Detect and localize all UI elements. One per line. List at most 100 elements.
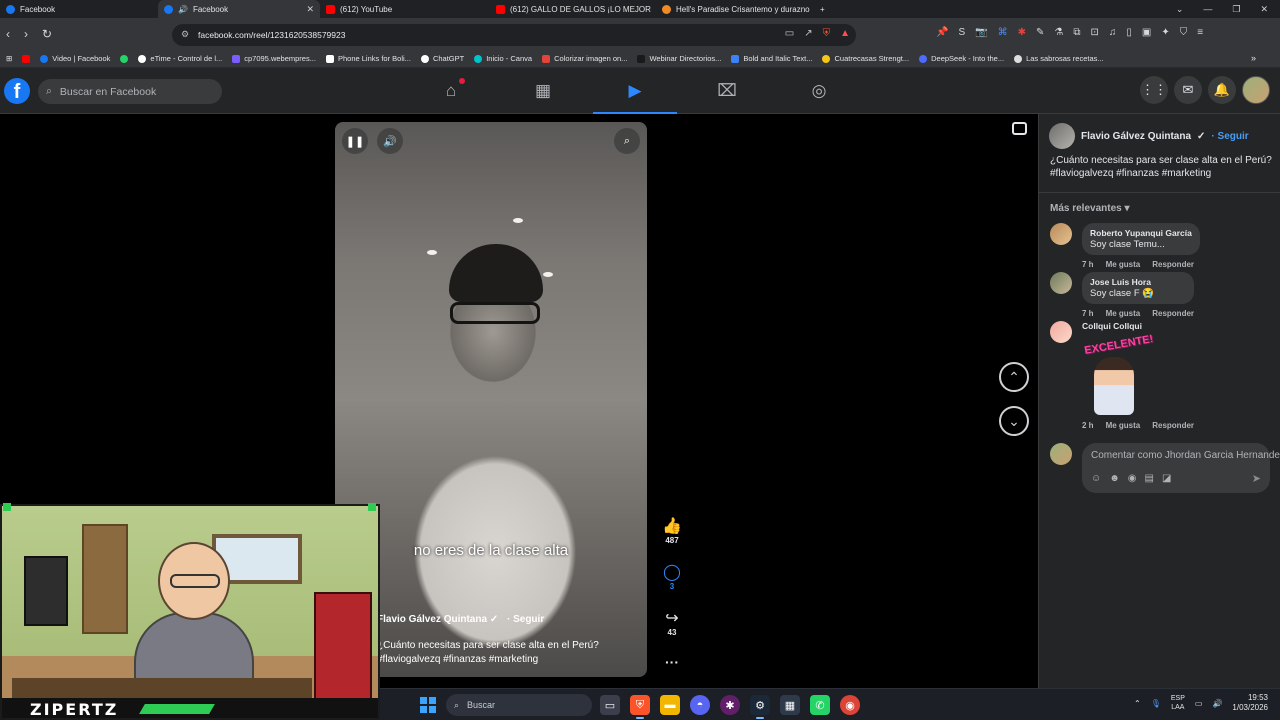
reel-video[interactable]: ❚❚ 🔊 ⌕ no eres de la clase alta Flavio G… (335, 122, 647, 677)
menu-icon[interactable]: ≡ (1197, 27, 1203, 38)
chevron-up-icon[interactable]: ⌃ (1134, 699, 1141, 708)
eyedropper-icon[interactable]: ⚗ (1054, 27, 1063, 38)
commenter-avatar[interactable] (1050, 223, 1072, 245)
facebook-search-input[interactable]: ⌕ Buscar en Facebook (38, 79, 222, 104)
menu-grid-button[interactable]: ⋮⋮ (1140, 76, 1168, 104)
like-button[interactable]: 👍 487 (655, 516, 689, 562)
nav-home[interactable]: ⌂ (405, 68, 497, 114)
network-icon[interactable]: ▭ (1195, 699, 1203, 708)
brave-icon[interactable]: ⛨ (630, 695, 650, 719)
vpn-icon[interactable]: ⛉ (1180, 27, 1188, 38)
bookmark-item[interactable]: Phone Links for Boli... (325, 54, 411, 63)
sidebar-icon[interactable]: ▯ (1126, 27, 1132, 38)
bookmark-item[interactable]: DeepSeek - Into the... (919, 54, 1004, 63)
windows-start-icon[interactable] (420, 697, 436, 713)
bookmark-item[interactable]: Las sabrosas recetas... (1014, 54, 1104, 63)
address-bar[interactable]: ⚙ facebook.com/reel/1231620538579923 ▭ ↗… (172, 24, 856, 46)
shield-icon[interactable]: ⛨ (823, 28, 831, 39)
rewards-icon[interactable]: ▲ (840, 28, 850, 39)
s-extension-icon[interactable]: S (958, 27, 965, 38)
minimize-icon[interactable]: — (1203, 4, 1212, 14)
nav-pages[interactable]: ▦ (497, 68, 589, 114)
bookmark-item[interactable]: Bold and Italic Text... (731, 54, 812, 63)
commenter-name[interactable]: Jose Luis Hora (1090, 277, 1186, 287)
gif-icon[interactable]: ▤ (1144, 473, 1153, 484)
notifications-button[interactable]: 🔔 (1208, 76, 1236, 104)
reply-link[interactable]: Responder (1152, 309, 1194, 318)
steam-icon[interactable]: ⚙ (750, 695, 770, 719)
reload-icon[interactable]: ↻ (42, 27, 52, 41)
chevron-down-icon[interactable]: ⌄ (1176, 4, 1184, 15)
profile-avatar[interactable] (1242, 76, 1270, 104)
bookmark-item[interactable]: Cuatrecasas Strengt... (822, 54, 909, 63)
search-button[interactable]: ⌕ (614, 128, 640, 154)
messenger-button[interactable]: ✉ (1174, 76, 1202, 104)
bookmark-item[interactable]: cp7095.webempres... (232, 54, 316, 63)
sticker-icon[interactable]: ◪ (1162, 473, 1171, 484)
whatsapp-icon[interactable]: ✆ (810, 695, 830, 715)
share-icon[interactable]: ↗ (804, 28, 812, 39)
facebook-logo-icon[interactable]: f (4, 78, 30, 104)
next-reel-button[interactable]: ⌄ (999, 406, 1029, 436)
commenter-name[interactable]: Roberto Yupanqui García (1090, 228, 1192, 238)
taskbar-clock[interactable]: 19:53 1/03/2026 (1232, 693, 1268, 713)
bookmark-item[interactable]: Webinar Directorios... (637, 54, 721, 63)
reply-link[interactable]: Responder (1152, 421, 1194, 430)
tab-facebook[interactable]: Facebook (0, 0, 158, 18)
taskbar-search[interactable]: ⌕ Buscar (446, 694, 592, 716)
commenter-name[interactable]: Collqui Collqui (1082, 321, 1194, 331)
back-icon[interactable]: ‹ (6, 27, 10, 41)
bookmark-youtube[interactable] (22, 54, 31, 63)
comments-button[interactable]: ◯ 3 (655, 562, 689, 608)
translate-icon[interactable]: ⌘ (998, 27, 1008, 38)
pin-icon[interactable]: 📌 (936, 27, 948, 38)
emoji-icon[interactable]: ☻ (1109, 473, 1120, 484)
close-icon[interactable]: ✕ (1260, 4, 1268, 15)
tab-youtube-gallo[interactable]: (612) GALLO DE GALLOS ¡LO MEJOR (490, 0, 656, 18)
screenshot-icon[interactable]: ⊡ (1090, 27, 1098, 38)
close-icon[interactable]: ✕ (306, 4, 314, 15)
video-follow-link[interactable]: · Seguir (507, 614, 544, 625)
language-indicator[interactable]: ESP LAA (1171, 694, 1185, 712)
leo-icon[interactable]: ✦ (1161, 27, 1169, 38)
previous-reel-button[interactable]: ⌃ (999, 362, 1029, 392)
reply-link[interactable]: Responder (1152, 260, 1194, 269)
new-tab-button[interactable]: + (814, 0, 838, 18)
discord-icon[interactable]: ◓ (690, 695, 710, 715)
slack-icon[interactable]: ✱ (720, 695, 740, 715)
camera-icon[interactable]: ◉ (1128, 473, 1137, 484)
like-link[interactable]: Me gusta (1106, 421, 1141, 430)
task-view-icon[interactable]: ▭ (600, 695, 620, 715)
tab-facebook-active[interactable]: 🔊 Facebook ✕ (158, 0, 320, 18)
puzzle-icon[interactable]: ⧉ (1073, 27, 1080, 38)
nav-groups[interactable]: ◎ (773, 68, 865, 114)
microphone-icon[interactable]: 🎙 (1151, 699, 1161, 708)
avatar-sticker-icon[interactable]: ☺ (1091, 473, 1101, 484)
volume-icon[interactable]: 🔊 (1212, 699, 1222, 708)
more-options-icon[interactable]: ··· (655, 654, 689, 670)
comment-input[interactable]: Comentar como Jhordan Garcia Hernandez ☺… (1082, 443, 1280, 493)
bookmark-item[interactable]: Colorizar imagen on... (542, 54, 627, 63)
panel-follow-link[interactable]: · Seguir (1211, 131, 1248, 142)
nav-reels[interactable]: ▶ (589, 68, 681, 115)
camera-icon[interactable]: 📷 (975, 27, 987, 38)
nav-marketplace[interactable]: ⌧ (681, 68, 773, 114)
bookmark-item[interactable]: eTime - Control de l... (138, 54, 222, 63)
pause-button[interactable]: ❚❚ (342, 128, 368, 154)
author-avatar[interactable] (1049, 123, 1075, 149)
music-icon[interactable]: ♫ (1109, 27, 1117, 38)
calculator-icon[interactable]: ▦ (780, 695, 800, 715)
forward-icon[interactable]: › (24, 27, 28, 41)
commenter-avatar[interactable] (1050, 321, 1072, 343)
bookmark-item[interactable]: ChatGPT (420, 54, 464, 63)
site-info-icon[interactable]: ⚙ (181, 29, 189, 40)
panel-author-name[interactable]: Flavio Gálvez Quintana (1081, 131, 1191, 142)
commenter-avatar[interactable] (1050, 272, 1072, 294)
color-picker-icon[interactable]: ✎ (1036, 27, 1044, 38)
apps-grid-icon[interactable]: ⊞ (6, 54, 12, 63)
more-bookmarks-icon[interactable]: » (1251, 53, 1256, 63)
send-icon[interactable]: ➤ (1252, 472, 1261, 485)
restore-icon[interactable]: ❐ (1232, 4, 1240, 15)
sort-dropdown[interactable]: Más relevantes ▾ (1050, 203, 1130, 214)
share-button[interactable]: ↪ 43 (655, 608, 689, 654)
